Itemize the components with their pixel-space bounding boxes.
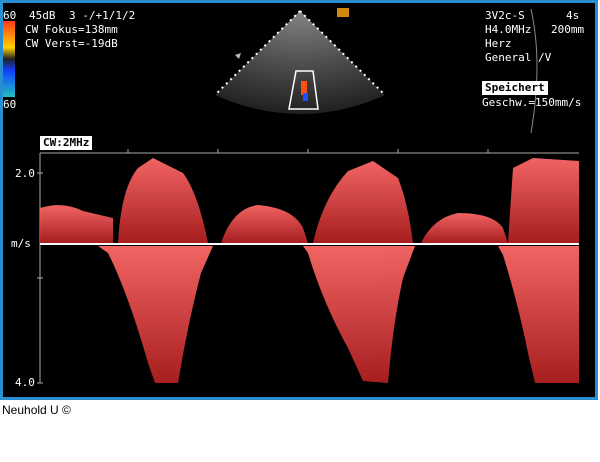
probe-app: Herz: [485, 37, 512, 50]
orientation-icon: [235, 53, 241, 59]
cw-mode-label: CW:2MHz: [40, 136, 93, 150]
scale-top-value: 60: [3, 9, 17, 22]
sector-image: [215, 11, 385, 114]
velocity-unit: m/s: [11, 237, 31, 250]
sweep-speed: Geschw.=150mm/s: [482, 96, 582, 109]
probe-freq: H4.0MHz: [485, 23, 532, 36]
cw-gain: CW Verst=-19dB: [25, 37, 118, 50]
doppler-spectrum: [40, 158, 579, 243]
probe-name: 3V2c-S: [485, 9, 525, 22]
velocity-tick-bottom: 4.0: [15, 376, 35, 389]
probe-preset: General /V: [485, 51, 552, 64]
probe-marker-icon: [337, 8, 349, 17]
color-flow-red: [301, 81, 307, 95]
gain-readout: 45dB: [29, 9, 56, 22]
image-credit: Neuhold U ©: [2, 403, 71, 417]
color-flow-blue: [303, 93, 308, 101]
scale-bottom-value: 60: [3, 98, 17, 111]
color-scale-bar: [3, 21, 15, 97]
cw-focus: CW Fokus=138mm: [25, 23, 118, 36]
time-readout: 4s: [566, 9, 580, 22]
ultrasound-display: 45dB 3 -/+1/1/2 CW Fokus=138mm CW Verst=…: [0, 0, 598, 400]
stored-badge: Speichert: [482, 81, 548, 95]
mode-readout: 3 -/+1/1/2: [69, 9, 136, 22]
depth-readout: 200mm: [551, 23, 585, 36]
velocity-tick-top: 2.0: [15, 167, 35, 180]
